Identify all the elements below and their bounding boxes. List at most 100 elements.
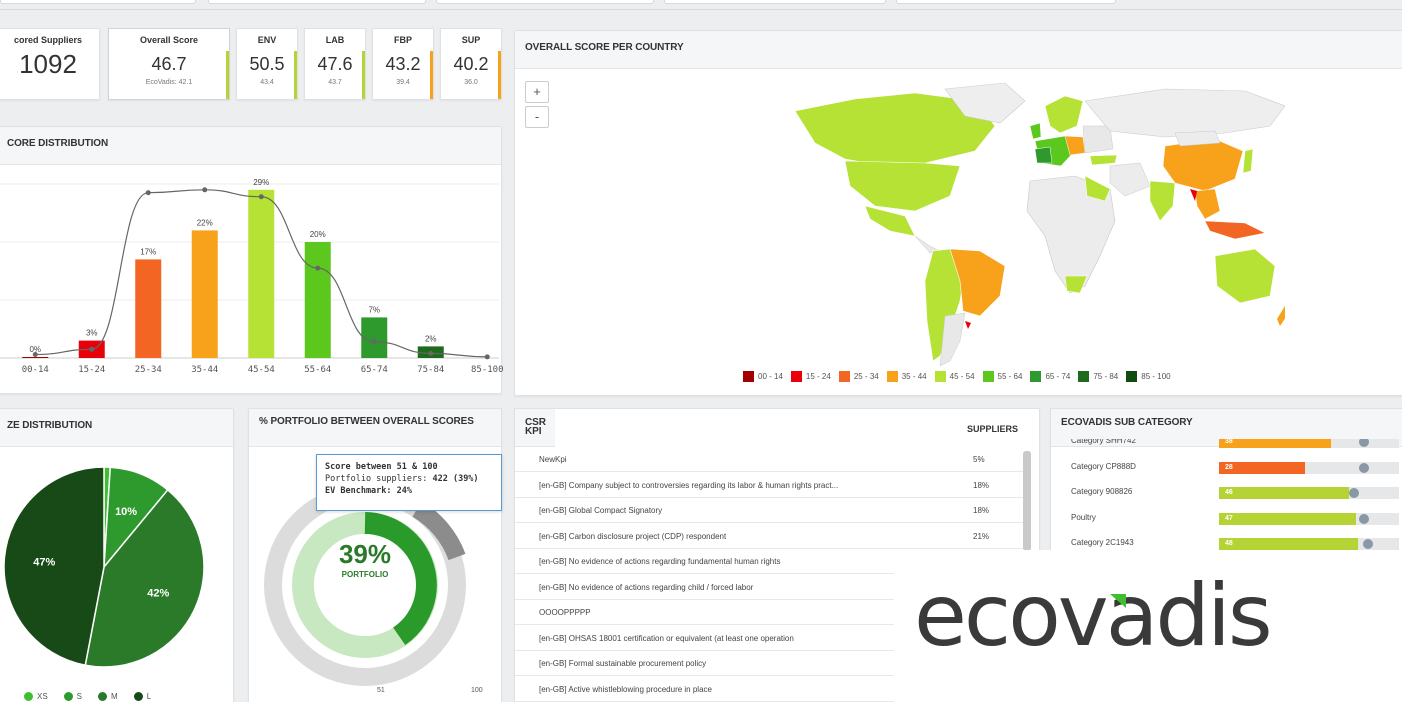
zoom-out-button[interactable]: -: [525, 106, 549, 128]
portfolio-label: PORTFOLIO: [341, 570, 389, 579]
kpi-label: LAB: [325, 35, 345, 45]
kpi-env[interactable]: ENV 50.5 43.4: [236, 28, 298, 100]
legend-label: S: [76, 692, 83, 701]
legend-label: 65 - 74: [1045, 372, 1071, 381]
portfolio-tooltip: Score between 51 & 100 Portfolio supplie…: [316, 454, 502, 511]
card-title: OVERALL SCORE PER COUNTRY: [515, 31, 1402, 69]
score-distribution-card: CORE DISTRIBUTION 0% 00-14 3% 15-24 17% 25-34…: [0, 126, 503, 394]
map-uk: [1029, 122, 1042, 140]
top-tab[interactable]: [208, 0, 426, 4]
portfolio-percent: 39%: [338, 539, 392, 569]
subcategory-row[interactable]: Category SHH742 38: [1051, 439, 1401, 453]
card-title: CSR KPI: [515, 409, 555, 447]
ecovadis-logo-box: ecovadis: [894, 550, 1402, 702]
top-tab[interactable]: [664, 0, 886, 4]
benchmark-point: [145, 190, 151, 196]
benchmark-dot: [1359, 462, 1370, 473]
bar-value-label: 20%: [310, 230, 326, 239]
legend-label: M: [111, 692, 118, 701]
legend-item[interactable]: 45 - 54: [934, 371, 975, 382]
subcategory-bar-track: 48: [1219, 538, 1399, 550]
benchmark-point: [258, 194, 264, 200]
subcategory-bar-track: 28: [1219, 461, 1399, 474]
subcategory-bar-track: 38: [1219, 439, 1399, 448]
benchmark-point: [428, 350, 434, 356]
legend-item[interactable]: 15 - 24: [790, 371, 831, 382]
legend-swatch: [790, 371, 802, 382]
csr-kpi-row[interactable]: [en-GB] Carbon disclosure project (CDP) …: [515, 524, 1025, 549]
bar-value-label: 3%: [86, 329, 98, 338]
kpi-benchmark: 43.4: [260, 79, 274, 86]
kpi-color-bar: [430, 51, 433, 99]
top-tab[interactable]: [896, 0, 1116, 4]
legend-label: 85 - 100: [1141, 372, 1171, 381]
bar-45-54: [248, 189, 275, 358]
map-mongolia: [1174, 130, 1221, 147]
csr-kpi-name: NewKpi: [539, 455, 567, 464]
x-tick-label: 00-14: [22, 365, 49, 375]
legend-swatch: [886, 371, 898, 382]
subcategory-row[interactable]: Category 908826 46: [1051, 478, 1401, 504]
subcategory-row[interactable]: Poultry 47: [1051, 504, 1401, 530]
scrollbar-thumb[interactable]: [1023, 451, 1031, 551]
map-usa: [844, 160, 961, 212]
legend-swatch: [934, 371, 946, 382]
subcategory-bar-fill: 38: [1219, 439, 1331, 448]
legend-item[interactable]: 75 - 84: [1078, 371, 1118, 382]
kpi-lab[interactable]: LAB 47.6 43.7: [304, 28, 366, 100]
csr-kpi-row[interactable]: NewKpi 5%: [515, 447, 1025, 472]
kpi-scored-suppliers: cored Suppliers 1092: [0, 28, 100, 100]
legend-item[interactable]: 65 - 74: [1030, 371, 1070, 382]
subcategory-name: Category 908826: [1071, 487, 1133, 496]
kpi-overall-score[interactable]: Overall Score 46.7 EcoVadis: 42.1: [108, 28, 230, 100]
benchmark-point: [315, 265, 321, 271]
size-legend-item[interactable]: L: [133, 692, 151, 701]
kpi-benchmark: 36.0: [464, 79, 478, 86]
map-legend: 00 - 14 15 - 24 25 - 34 35 - 44 45 - 54 55 - …: [743, 371, 1171, 382]
pie-slice-label: 42%: [147, 588, 169, 600]
bar-value-label: 2%: [425, 334, 437, 343]
zoom-in-button[interactable]: +: [525, 81, 549, 103]
legend-item[interactable]: 25 - 34: [838, 371, 879, 382]
bar-value-label: 7%: [368, 305, 380, 314]
score-distribution-chart: 0%00-143%15-2417%25-3422%35-4429%45-5420…: [0, 178, 503, 375]
kpi-value: 43.2: [385, 54, 421, 74]
csr-kpi-percent: 18%: [973, 506, 990, 515]
kpi-label: FBP: [394, 35, 412, 45]
legend-item[interactable]: 85 - 100: [1126, 371, 1171, 382]
kpi-label: cored Suppliers: [13, 35, 83, 45]
legend-label: 75 - 84: [1093, 372, 1119, 381]
map-mexico: [864, 205, 916, 237]
map-japan: [1242, 148, 1254, 174]
csr-kpi-percent: 18%: [973, 480, 990, 490]
subcategory-name: Category 2C1943: [1071, 538, 1134, 547]
legend-swatch: [838, 371, 850, 382]
size-legend-item[interactable]: S: [63, 692, 83, 701]
legend-item[interactable]: 00 - 14: [743, 371, 783, 382]
size-legend-item[interactable]: XS: [24, 692, 48, 701]
map-south-africa: [1064, 275, 1088, 294]
legend-dot: [98, 692, 108, 701]
kpi-color-bar: [362, 51, 365, 99]
subcategory-bar-fill: 28: [1219, 461, 1306, 474]
kpi-sup[interactable]: SUP 40.2 36.0: [440, 28, 502, 100]
kpi-color-bar: [498, 51, 501, 99]
legend-label: XS: [37, 692, 48, 701]
world-map[interactable]: [765, 71, 1285, 371]
kpi-fbp[interactable]: FBP 43.2 39.4: [372, 28, 434, 100]
top-tab[interactable]: [436, 0, 654, 4]
csr-kpi-row[interactable]: [en-GB] Company subject to controversies…: [515, 473, 1025, 498]
legend-item[interactable]: 35 - 44: [886, 371, 927, 382]
pie-slice-label: 10%: [115, 506, 137, 518]
benchmark-dot: [1363, 539, 1373, 549]
legend-dot: [63, 692, 73, 701]
tooltip-benchmark: EV Benchmark: 24%: [325, 486, 412, 496]
benchmark-point: [32, 352, 38, 358]
top-tab[interactable]: [0, 0, 196, 4]
legend-item[interactable]: 55 - 64: [982, 371, 1022, 382]
subcategory-row[interactable]: Category CP888D 28: [1051, 453, 1401, 479]
map-uruguay: [965, 321, 971, 329]
x-tick-label: 35-44: [191, 365, 218, 375]
size-legend-item[interactable]: M: [98, 692, 118, 701]
csr-kpi-row[interactable]: [en-GB] Global Compact Signatory 18%: [515, 498, 1025, 523]
